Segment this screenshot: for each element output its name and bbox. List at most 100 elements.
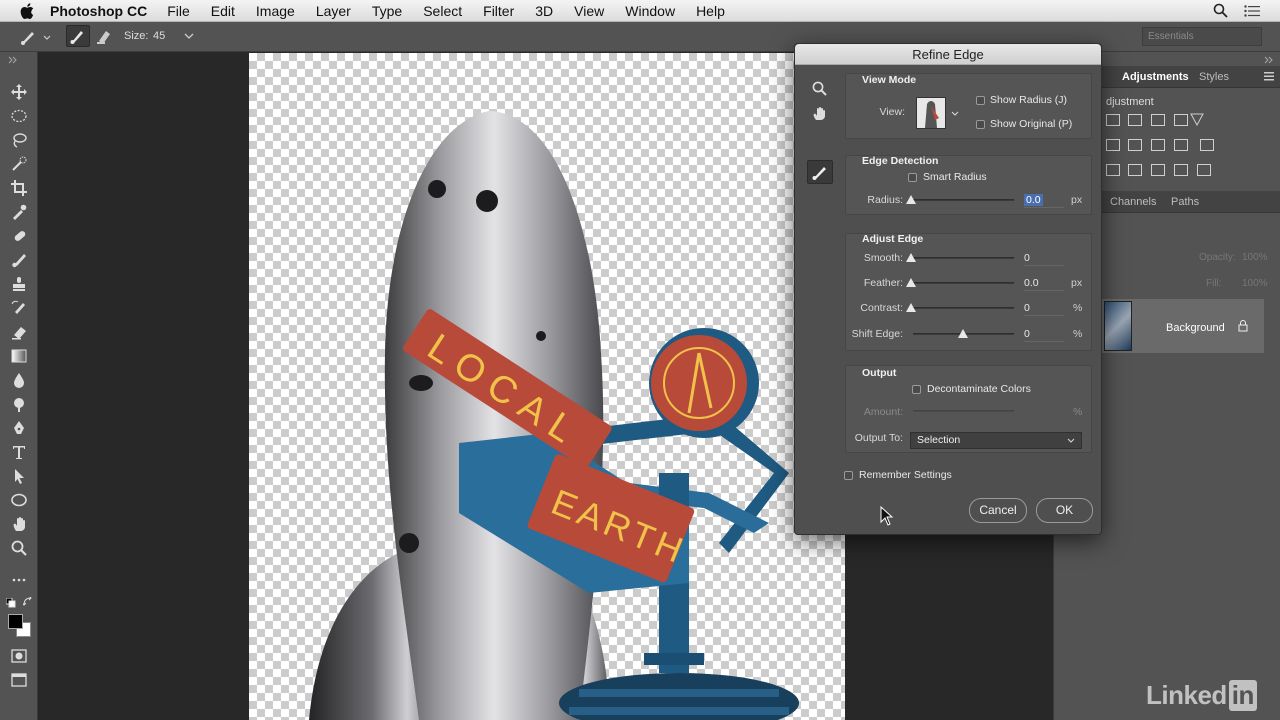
default-colors-icon[interactable] <box>6 598 16 608</box>
eyedropper-tool-icon[interactable] <box>9 202 29 222</box>
smooth-value-field[interactable]: 0 <box>1024 252 1064 266</box>
smooth-slider-thumb[interactable] <box>906 253 916 262</box>
radius-slider-track[interactable] <box>910 199 1014 201</box>
show-original-checkbox[interactable] <box>976 120 985 129</box>
toolbar-collapse-icon[interactable] <box>8 56 18 64</box>
shift-edge-value-field[interactable]: 0 <box>1024 328 1064 342</box>
threshold-icon[interactable] <box>1151 164 1165 176</box>
exposure-icon[interactable] <box>1174 114 1188 126</box>
notification-center-icon[interactable] <box>1244 4 1260 17</box>
dodge-tool-icon[interactable] <box>9 394 29 414</box>
menu-select[interactable]: Select <box>423 3 462 19</box>
tab-adjustments[interactable]: Adjustments <box>1122 71 1189 83</box>
zoom-tool-icon[interactable] <box>9 538 29 558</box>
gradient-map-icon[interactable] <box>1197 164 1211 176</box>
quick-selection-tool-icon[interactable] <box>9 154 29 174</box>
menu-3d[interactable]: 3D <box>535 3 553 19</box>
healing-brush-tool-icon[interactable] <box>9 226 29 246</box>
menu-type[interactable]: Type <box>372 3 402 19</box>
menu-view[interactable]: View <box>574 3 604 19</box>
spotlight-search-icon[interactable] <box>1213 3 1228 18</box>
remember-settings-checkbox[interactable] <box>844 471 853 480</box>
contrast-value-field[interactable]: 0 <box>1024 302 1064 316</box>
contrast-slider-track[interactable] <box>910 307 1014 309</box>
refine-radius-tool-button[interactable] <box>66 25 90 47</box>
menu-window[interactable]: Window <box>625 3 675 19</box>
apple-menu-icon[interactable] <box>18 2 36 20</box>
feather-slider-track[interactable] <box>910 282 1014 284</box>
smart-radius-checkbox[interactable] <box>908 173 917 182</box>
quick-mask-icon[interactable] <box>9 646 29 666</box>
view-dropdown-chevron-icon[interactable] <box>951 111 959 116</box>
photo-filter-icon[interactable] <box>1174 139 1188 151</box>
erase-refinements-tool-icon[interactable] <box>95 28 113 46</box>
cancel-button[interactable]: Cancel <box>969 498 1027 523</box>
opacity-value[interactable]: 100% <box>1242 252 1268 263</box>
menu-filter[interactable]: Filter <box>483 3 514 19</box>
crop-tool-icon[interactable] <box>9 178 29 198</box>
selective-color-icon[interactable] <box>1174 164 1188 176</box>
menu-edit[interactable]: Edit <box>211 3 235 19</box>
curves-icon[interactable] <box>1151 114 1165 126</box>
move-tool-icon[interactable] <box>9 82 29 102</box>
lasso-tool-icon[interactable] <box>9 130 29 150</box>
foreground-color-swatch[interactable] <box>8 614 23 629</box>
show-radius-checkbox[interactable] <box>976 96 985 105</box>
eraser-tool-icon[interactable] <box>9 322 29 342</box>
menu-layer[interactable]: Layer <box>316 3 351 19</box>
hue-saturation-icon[interactable] <box>1106 139 1120 151</box>
feather-slider-thumb[interactable] <box>906 278 916 287</box>
brush-tool-icon[interactable] <box>9 250 29 270</box>
panel-menu-icon[interactable] <box>1264 72 1274 81</box>
view-mode-thumbnail[interactable] <box>916 97 946 129</box>
shift-edge-slider-thumb[interactable] <box>958 329 968 338</box>
contrast-slider-thumb[interactable] <box>906 303 916 312</box>
swap-colors-icon[interactable] <box>23 597 33 607</box>
menu-file[interactable]: File <box>167 3 190 19</box>
radius-value-field[interactable]: 0.0 <box>1024 194 1064 208</box>
pen-tool-icon[interactable] <box>9 418 29 438</box>
smooth-slider-track[interactable] <box>910 257 1014 259</box>
blur-tool-icon[interactable] <box>9 370 29 390</box>
ellipse-shape-tool-icon[interactable] <box>9 490 29 510</box>
dialog-title[interactable]: Refine Edge <box>795 44 1101 65</box>
fill-value[interactable]: 100% <box>1242 278 1268 289</box>
ok-button[interactable]: OK <box>1036 498 1093 523</box>
more-tools-icon[interactable] <box>9 570 29 590</box>
color-balance-icon[interactable] <box>1128 139 1142 151</box>
tab-styles[interactable]: Styles <box>1199 71 1229 83</box>
path-selection-tool-icon[interactable] <box>9 466 29 486</box>
black-white-icon[interactable] <box>1151 139 1165 151</box>
hand-tool-icon[interactable] <box>9 514 29 534</box>
tab-channels[interactable]: Channels <box>1110 196 1156 208</box>
output-to-select[interactable]: Selection <box>910 432 1082 449</box>
tool-preset-brush-icon[interactable] <box>20 28 54 46</box>
invert-icon[interactable] <box>1106 164 1120 176</box>
brightness-contrast-icon[interactable] <box>1106 114 1120 126</box>
size-value[interactable]: 45 <box>153 30 165 42</box>
refine-radius-tool-button[interactable] <box>807 160 833 184</box>
levels-icon[interactable] <box>1128 114 1142 126</box>
color-lookup-icon[interactable] <box>1200 139 1214 151</box>
menu-help[interactable]: Help <box>696 3 725 19</box>
menu-image[interactable]: Image <box>256 3 295 19</box>
gradient-tool-icon[interactable] <box>9 346 29 366</box>
decontaminate-colors-checkbox[interactable] <box>912 385 921 394</box>
app-name-menu[interactable]: Photoshop CC <box>50 3 147 19</box>
zoom-tool-icon[interactable] <box>812 81 827 96</box>
feather-value-field[interactable]: 0.0 <box>1024 277 1064 291</box>
posterize-icon[interactable] <box>1128 164 1142 176</box>
screen-mode-icon[interactable] <box>9 670 29 690</box>
panel-collapse-icon[interactable] <box>1264 56 1274 64</box>
hand-tool-icon[interactable] <box>812 106 827 121</box>
vibrance-icon[interactable] <box>1190 113 1204 126</box>
size-dropdown-chevron-icon[interactable] <box>184 33 194 40</box>
type-tool-icon[interactable] <box>9 442 29 462</box>
radius-slider-thumb[interactable] <box>906 195 916 204</box>
history-brush-tool-icon[interactable] <box>9 298 29 318</box>
marquee-tool-icon[interactable] <box>9 106 29 126</box>
tab-paths[interactable]: Paths <box>1171 196 1199 208</box>
document-canvas[interactable]: LOCAL EARTH <box>249 53 845 720</box>
clone-stamp-tool-icon[interactable] <box>9 274 29 294</box>
workspace-switcher[interactable]: Essentials <box>1142 27 1262 46</box>
